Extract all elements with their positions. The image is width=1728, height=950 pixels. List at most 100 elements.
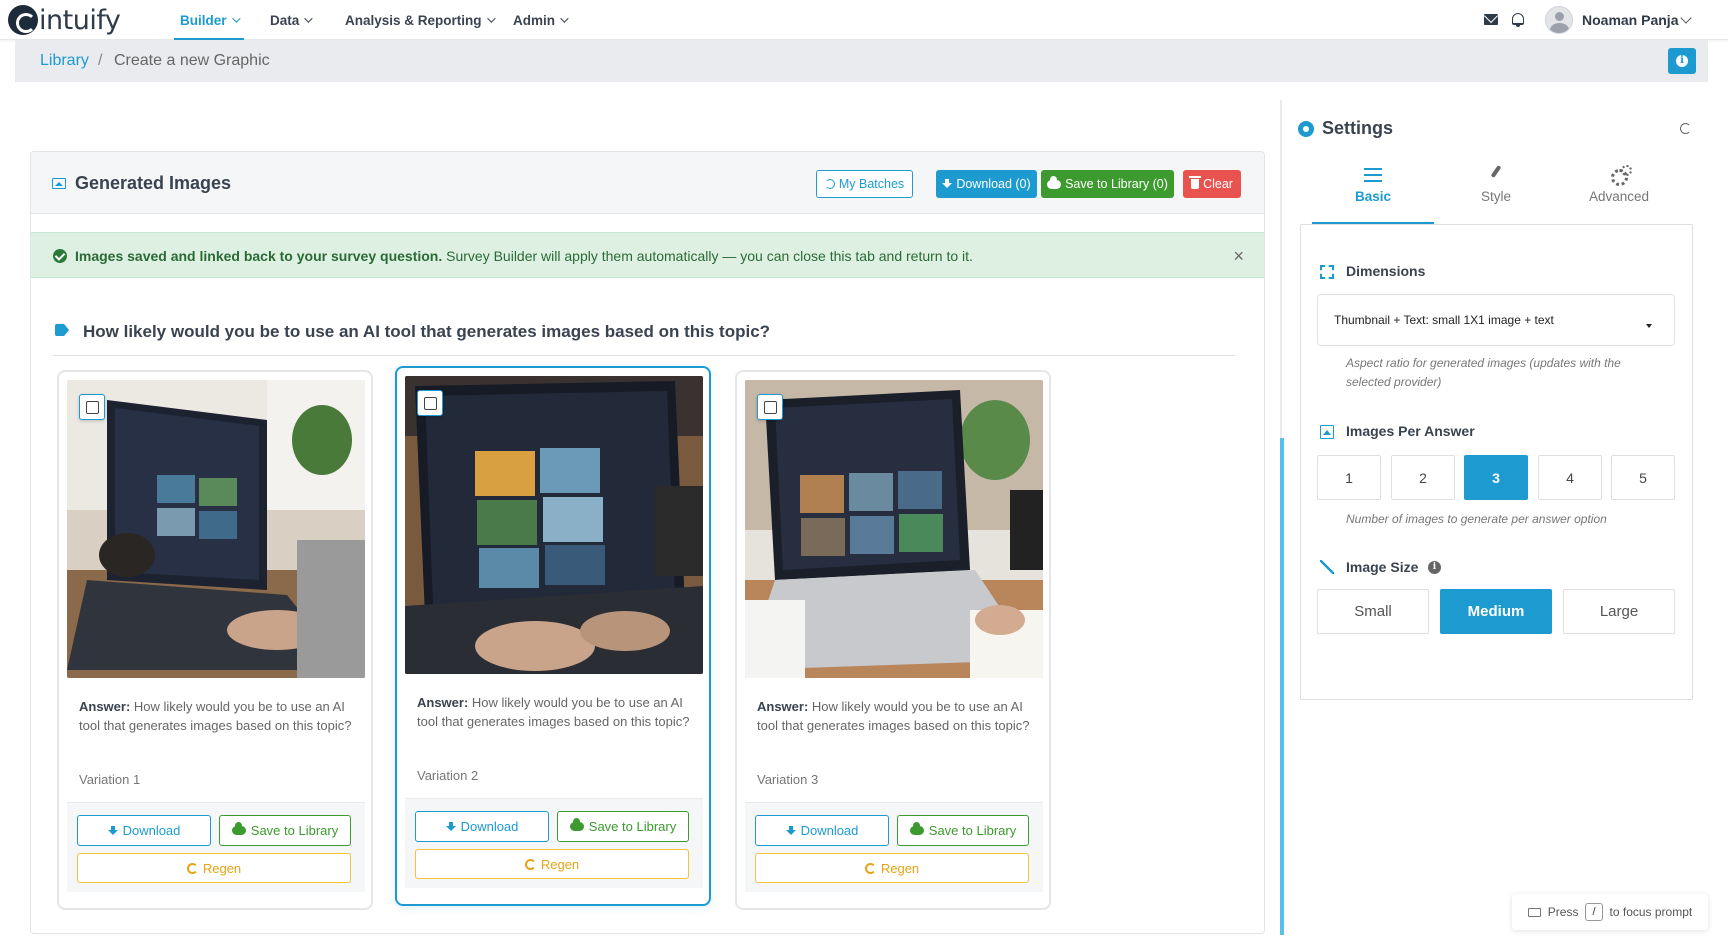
generated-image[interactable]: [745, 380, 1043, 678]
avatar[interactable]: [1545, 6, 1573, 34]
keyboard-icon: [1527, 907, 1541, 917]
shortcut-key: /: [1585, 903, 1603, 921]
images-per-answer-3[interactable]: 3: [1464, 455, 1528, 500]
generated-image[interactable]: [67, 380, 365, 678]
select-checkbox[interactable]: [417, 390, 443, 416]
answer-text: Answer: How likely would you be to use a…: [757, 699, 1030, 733]
clear-button[interactable]: Clear: [1183, 170, 1241, 198]
laptop-image-illustration: [67, 380, 365, 678]
download-icon: [942, 179, 953, 189]
image-size-large[interactable]: Large: [1563, 589, 1675, 634]
user-menu-chevron-icon[interactable]: [1680, 12, 1692, 24]
cloud-upload-icon: [1047, 175, 1062, 189]
variation-label: Variation 2: [417, 768, 479, 783]
alert-message: Images saved and linked back to your sur…: [75, 248, 973, 264]
download-button[interactable]: Download: [77, 815, 211, 846]
breadcrumb-library-link[interactable]: Library: [40, 52, 89, 70]
images-per-answer-2[interactable]: 2: [1391, 455, 1455, 500]
logo-icon: [8, 5, 38, 35]
question-text: How likely would you be to use an AI too…: [83, 322, 771, 341]
regen-button[interactable]: Regen: [415, 849, 689, 879]
tab-style[interactable]: Style: [1435, 165, 1557, 225]
breadcrumb: Library / Create a new Graphic i: [15, 40, 1708, 82]
top-navbar: intuify Builder Data Analysis & Reportin…: [0, 0, 1728, 40]
chevron-down-icon: [486, 14, 496, 23]
dimensions-help: Aspect ratio for generated images (updat…: [1346, 356, 1621, 389]
save-all-to-library-button[interactable]: Save to Library (0): [1041, 170, 1174, 198]
select-checkbox[interactable]: [757, 394, 783, 420]
cogs-icon: [1610, 165, 1632, 186]
download-icon: [785, 825, 796, 836]
variation-label: Variation 1: [79, 772, 141, 787]
user-name[interactable]: Noaman Panja: [1582, 12, 1678, 28]
laptop-image-illustration: [405, 376, 703, 674]
select-checkbox[interactable]: [79, 394, 105, 420]
download-icon: [107, 825, 118, 836]
success-alert: Images saved and linked back to your sur…: [31, 232, 1264, 278]
images-per-answer-help: Number of images to generate per answer …: [1346, 512, 1607, 526]
bell-icon[interactable]: [1512, 13, 1524, 27]
save-to-library-button[interactable]: Save to Library: [557, 811, 689, 842]
refresh-icon[interactable]: [1680, 123, 1691, 134]
sidebar-scrollbar[interactable]: [1280, 100, 1284, 935]
breadcrumb-separator: /: [98, 52, 103, 69]
tab-advanced[interactable]: Advanced: [1558, 165, 1680, 225]
save-to-library-button[interactable]: Save to Library: [897, 815, 1029, 846]
dimensions-field: Thumbnail + Text: small 1X1 image + text: [1317, 294, 1675, 346]
images-per-answer-4[interactable]: 4: [1538, 455, 1602, 500]
image-card: Answer: How likely would you be to use a…: [57, 370, 373, 910]
images-per-answer-5[interactable]: 5: [1611, 455, 1675, 500]
cloud-upload-icon: [231, 822, 246, 835]
my-batches-button[interactable]: My Batches: [816, 170, 913, 198]
info-button[interactable]: i: [1668, 48, 1696, 74]
download-button[interactable]: Download: [415, 811, 549, 842]
check-circle-icon: [53, 249, 67, 263]
nav-builder[interactable]: Builder: [174, 0, 243, 40]
image-card: Answer: How likely would you be to use a…: [395, 366, 711, 906]
answer-text: Answer: How likely would you be to use a…: [417, 695, 690, 729]
nav-admin[interactable]: Admin: [513, 0, 569, 40]
image-icon: [52, 178, 66, 189]
images-per-answer-label: Images Per Answer: [1346, 423, 1475, 439]
nav-analysis-reporting[interactable]: Analysis & Reporting: [345, 0, 496, 40]
nav-data[interactable]: Data: [270, 0, 313, 40]
question-heading: How likely would you be to use an AI too…: [53, 318, 1235, 356]
chevron-down-icon: [560, 14, 569, 23]
image-size-small[interactable]: Small: [1317, 589, 1429, 634]
intuify-logo[interactable]: intuify: [8, 5, 121, 36]
image-icon: [1320, 425, 1334, 439]
regen-button[interactable]: Regen: [755, 853, 1029, 883]
refresh-icon: [864, 862, 876, 874]
compress-icon: [1320, 560, 1334, 574]
image-size-medium[interactable]: Medium: [1440, 589, 1552, 634]
breadcrumb-current: Create a new Graphic: [114, 52, 270, 69]
expand-icon: [1320, 265, 1334, 279]
tab-basic[interactable]: Basic: [1312, 165, 1434, 225]
laptop-image-illustration: [745, 380, 1043, 678]
download-all-button[interactable]: Download (0): [936, 170, 1037, 198]
save-to-library-button[interactable]: Save to Library: [219, 815, 351, 846]
caret-down-icon: [1646, 324, 1652, 328]
chevron-down-icon: [304, 14, 313, 23]
dimensions-label: Dimensions: [1346, 263, 1426, 279]
sliders-icon: [1364, 165, 1382, 183]
regen-button[interactable]: Regen: [77, 853, 351, 883]
info-icon[interactable]: i: [1428, 561, 1441, 574]
trash-icon: [1189, 176, 1202, 189]
chevron-down-icon: [231, 14, 241, 23]
cloud-upload-icon: [909, 822, 924, 835]
dimensions-select[interactable]: Thumbnail + Text: small 1X1 image + text: [1330, 304, 1660, 336]
close-icon[interactable]: ×: [1233, 246, 1244, 267]
history-icon: [824, 179, 835, 189]
download-button[interactable]: Download: [755, 815, 889, 846]
refresh-icon: [524, 858, 536, 870]
download-icon: [445, 821, 456, 832]
gear-icon: [1298, 120, 1314, 137]
mail-icon[interactable]: [1484, 14, 1498, 25]
refresh-icon: [186, 862, 198, 874]
settings-heading: Settings: [1298, 118, 1393, 139]
images-per-answer-1[interactable]: 1: [1317, 455, 1381, 500]
cloud-upload-icon: [569, 818, 584, 831]
answer-text: Answer: How likely would you be to use a…: [79, 699, 352, 733]
generated-image[interactable]: [405, 376, 703, 674]
